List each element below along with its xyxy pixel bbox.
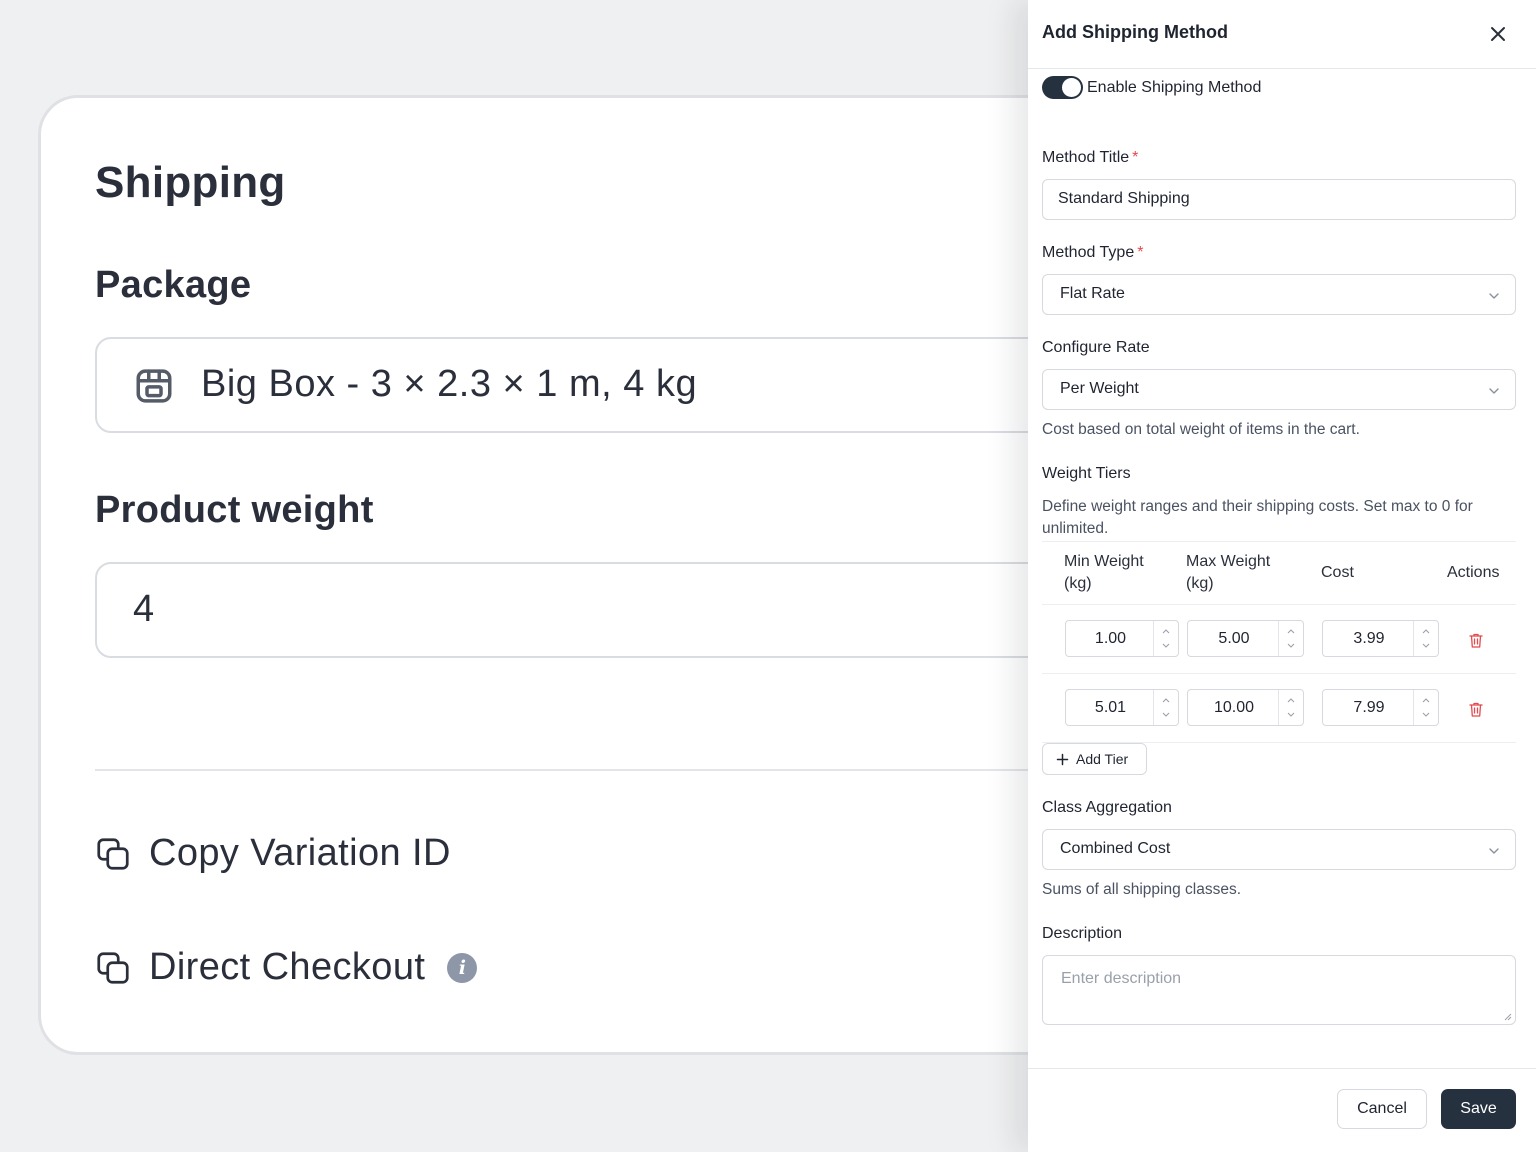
description-placeholder: Enter description	[1061, 970, 1182, 987]
cost-value: 7.99	[1353, 699, 1385, 716]
method-title-label: Method Title *	[1042, 149, 1139, 166]
max-weight-input[interactable]: 10.00	[1187, 689, 1304, 726]
cost-header: Cost	[1321, 564, 1354, 581]
configure-rate-value: Per Weight	[1060, 380, 1139, 397]
chevron-down-icon	[1287, 643, 1295, 648]
toggle-knob	[1062, 78, 1081, 97]
description-textarea[interactable]: Enter description	[1042, 955, 1516, 1025]
method-title-input[interactable]: Standard Shipping	[1042, 179, 1516, 220]
max-weight-value: 10.00	[1213, 699, 1255, 716]
weight-tiers-label: Weight Tiers	[1042, 465, 1131, 482]
min-weight-value: 5.01	[1094, 699, 1127, 716]
package-value: Big Box - 3 × 2.3 × 1 m, 4 kg	[201, 363, 698, 405]
max-weight-value: 5.00	[1218, 630, 1250, 647]
method-type-select[interactable]: Flat Rate	[1042, 274, 1516, 315]
cost-input[interactable]: 3.99	[1322, 620, 1439, 657]
method-title-value: Standard Shipping	[1058, 190, 1190, 207]
cost-value: 3.99	[1353, 630, 1385, 647]
copy-icon	[97, 837, 129, 870]
enable-shipping-label: Enable Shipping Method	[1087, 78, 1262, 96]
class-aggregation-label: Class Aggregation	[1042, 799, 1172, 816]
configure-rate-label: Configure Rate	[1042, 339, 1150, 356]
cost-stepper[interactable]	[1413, 621, 1438, 656]
max-weight-header: Max Weight (kg)	[1186, 553, 1271, 592]
min-weight-input[interactable]: 5.01	[1065, 689, 1179, 726]
min-weight-input[interactable]: 1.00	[1065, 620, 1179, 657]
close-icon[interactable]	[1486, 22, 1510, 46]
description-label: Description	[1042, 925, 1123, 942]
cancel-button[interactable]: Cancel	[1337, 1089, 1427, 1129]
trash-icon[interactable]	[1468, 632, 1484, 649]
save-button[interactable]: Save	[1441, 1089, 1516, 1129]
min-weight-value: 1.00	[1094, 630, 1127, 647]
product-weight-input[interactable]: 4	[95, 562, 1145, 658]
add-tier-label: Add Tier	[1076, 751, 1129, 767]
chevron-down-icon	[1489, 848, 1499, 854]
class-aggregation-select[interactable]: Combined Cost	[1042, 829, 1516, 870]
chevron-up-icon	[1162, 629, 1170, 634]
trash-icon[interactable]	[1468, 701, 1484, 718]
drawer-footer: Cancel Save	[1028, 1068, 1536, 1152]
method-type-label: Method Type *	[1042, 244, 1144, 261]
chevron-down-icon	[1489, 293, 1499, 299]
configure-rate-help: Cost based on total weight of items in t…	[1042, 421, 1360, 438]
info-icon[interactable]: i	[447, 952, 478, 983]
chevron-down-icon	[1489, 388, 1499, 394]
plus-icon	[1056, 753, 1069, 765]
max-weight-input[interactable]: 5.00	[1187, 620, 1304, 657]
package-heading: Package	[95, 264, 252, 306]
tier-row: 5.01 10.00 7.99	[1042, 674, 1516, 743]
class-aggregation-help: Sums of all shipping classes.	[1042, 881, 1242, 898]
actions-header: Actions	[1447, 564, 1500, 581]
add-shipping-method-drawer: Add Shipping Method Enable Shipping Meth…	[1028, 0, 1536, 1152]
drawer-title: Add Shipping Method	[1042, 22, 1228, 42]
chevron-down-icon	[1287, 712, 1295, 717]
add-tier-button[interactable]: Add Tier	[1042, 743, 1147, 775]
chevron-up-icon	[1162, 698, 1170, 703]
min-weight-stepper[interactable]	[1153, 621, 1178, 656]
resize-handle-icon[interactable]	[1502, 1011, 1512, 1021]
cost-stepper[interactable]	[1413, 690, 1438, 725]
copy-icon	[97, 951, 129, 984]
chevron-up-icon	[1287, 629, 1295, 634]
chevron-up-icon	[1422, 698, 1430, 703]
cost-input[interactable]: 7.99	[1322, 689, 1439, 726]
weight-tiers-help: Define weight ranges and their shipping …	[1042, 498, 1473, 537]
copy-variation-id-link[interactable]: Copy Variation ID	[95, 832, 451, 875]
enable-shipping-row: Enable Shipping Method	[1042, 76, 1261, 99]
min-weight-stepper[interactable]	[1153, 690, 1178, 725]
class-aggregation-value: Combined Cost	[1060, 840, 1171, 857]
chevron-down-icon	[1162, 643, 1170, 648]
divider	[95, 769, 1145, 771]
direct-checkout-label: Direct Checkout	[149, 946, 426, 988]
chevron-up-icon	[1422, 629, 1430, 634]
package-icon	[136, 369, 172, 403]
product-weight-value: 4	[133, 588, 155, 630]
package-select[interactable]: Big Box - 3 × 2.3 × 1 m, 4 kg	[95, 337, 1145, 433]
required-marker: *	[1132, 149, 1139, 166]
chevron-down-icon	[1162, 712, 1170, 717]
required-marker: *	[1137, 244, 1144, 261]
configure-rate-select[interactable]: Per Weight	[1042, 369, 1516, 410]
direct-checkout-link[interactable]: Direct Checkout i	[95, 946, 478, 989]
product-weight-heading: Product weight	[95, 489, 374, 531]
copy-variation-id-label: Copy Variation ID	[149, 832, 451, 874]
chevron-down-icon	[1422, 643, 1430, 648]
method-type-value: Flat Rate	[1060, 285, 1125, 302]
drawer-header: Add Shipping Method	[1028, 0, 1536, 69]
chevron-down-icon	[1422, 712, 1430, 717]
enable-shipping-toggle[interactable]	[1042, 76, 1083, 99]
tiers-table-header: Min Weight (kg) Max Weight (kg) Cost Act…	[1042, 541, 1516, 605]
max-weight-stepper[interactable]	[1278, 690, 1303, 725]
page-heading: Shipping	[95, 158, 286, 207]
chevron-up-icon	[1287, 698, 1295, 703]
min-weight-header: Min Weight (kg)	[1064, 553, 1144, 592]
tier-row: 1.00 5.00 3.99	[1042, 605, 1516, 674]
max-weight-stepper[interactable]	[1278, 621, 1303, 656]
